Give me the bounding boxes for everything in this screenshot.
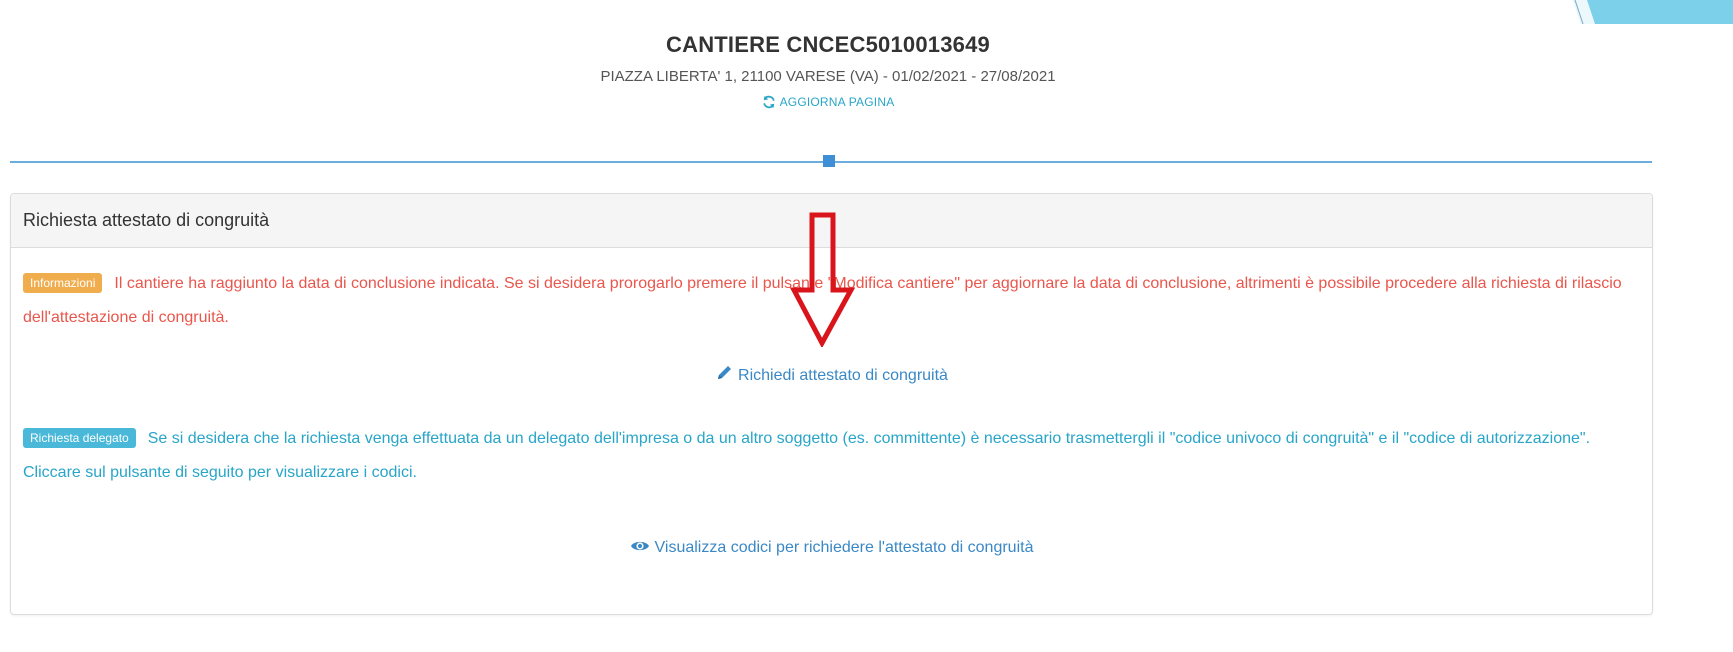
refresh-icon xyxy=(762,95,775,109)
pencil-icon xyxy=(715,364,733,387)
delegate-message: Richiesta delegato Se si desidera che la … xyxy=(11,422,1643,490)
refresh-page-link[interactable]: AGGIORNA PAGINA xyxy=(762,95,895,109)
request-attestation-button[interactable]: Richiedi attestato di congruità xyxy=(11,364,1652,387)
page-title: CANTIERE CNCEC5010013649 xyxy=(666,32,990,57)
eye-icon xyxy=(630,538,650,559)
corner-decoration xyxy=(1573,0,1733,24)
refresh-page-label: AGGIORNA PAGINA xyxy=(779,95,895,109)
info-message: Informazioni Il cantiere ha raggiunto la … xyxy=(11,267,1643,335)
divider-marker xyxy=(823,155,835,167)
delegate-badge: Richiesta delegato xyxy=(23,428,136,448)
view-codes-label: Visualizza codici per richiedere l'attes… xyxy=(654,539,1034,556)
site-header: CANTIERE CNCEC5010013649 PIAZZA LIBERTA'… xyxy=(0,32,1656,114)
panel-heading: Richiesta attestato di congruità xyxy=(11,194,1652,248)
info-badge: Informazioni xyxy=(23,273,103,293)
delegate-message-text: Se si desidera che la richiesta venga ef… xyxy=(23,430,1591,481)
info-message-text: Il cantiere ha raggiunto la data di conc… xyxy=(23,275,1622,326)
site-address-dates: PIAZZA LIBERTA' 1, 21100 VARESE (VA) - 0… xyxy=(600,68,1056,85)
view-codes-button[interactable]: Visualizza codici per richiedere l'attes… xyxy=(11,538,1652,559)
request-attestation-label: Richiedi attestato di congruità xyxy=(738,367,948,384)
congruity-request-panel: Richiesta attestato di congruità Informa… xyxy=(10,193,1653,615)
